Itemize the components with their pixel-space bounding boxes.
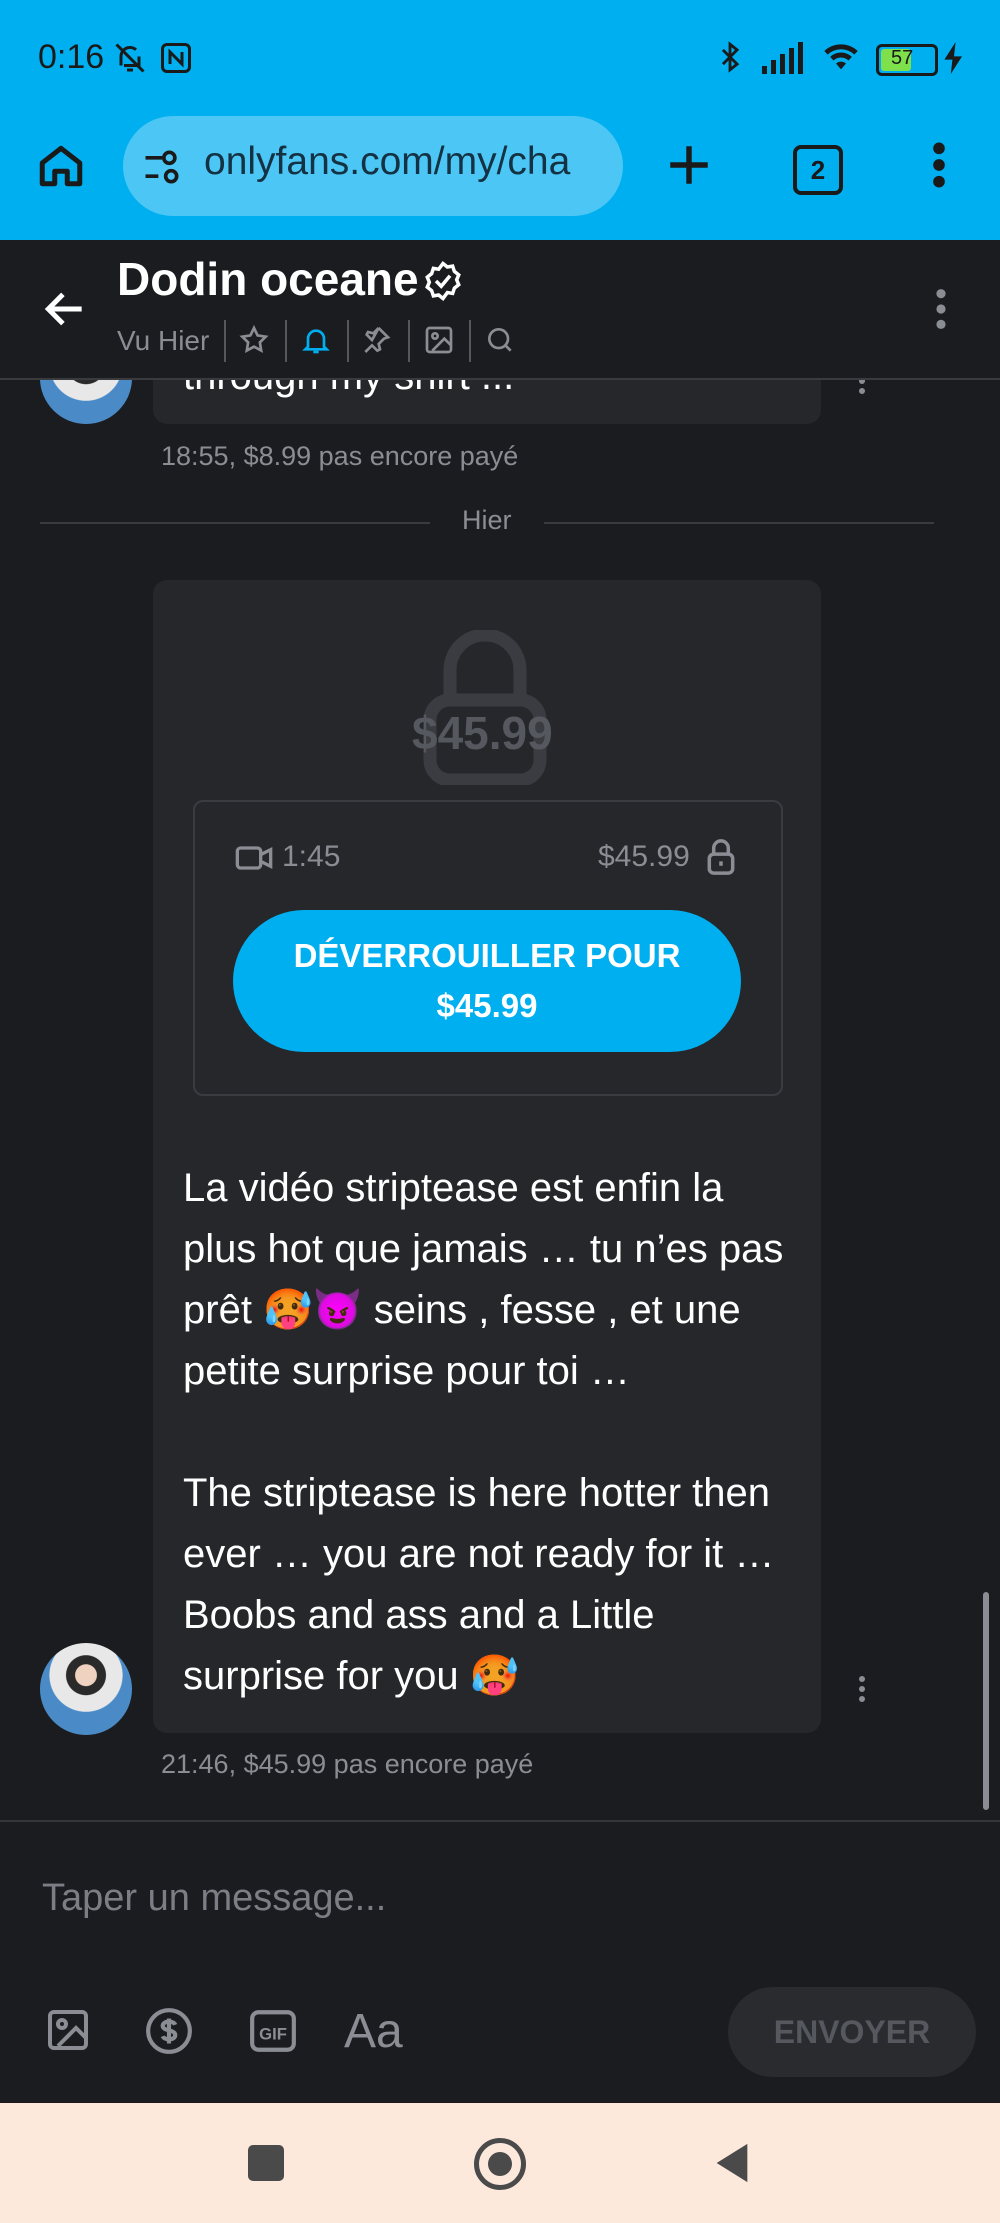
avatar[interactable] xyxy=(40,380,132,424)
date-divider-line xyxy=(40,522,430,524)
header-divider xyxy=(469,320,471,362)
message-time: 18:55, xyxy=(161,441,237,471)
image-icon[interactable] xyxy=(423,324,455,361)
header-divider xyxy=(347,320,349,362)
unlock-button[interactable]: DÉVERROUILLER POUR $45.99 xyxy=(233,910,741,1052)
mute-bell-icon xyxy=(112,40,148,81)
url-text[interactable]: onlyfans.com/my/cha xyxy=(204,140,609,184)
avatar[interactable] xyxy=(40,1643,132,1735)
message-options-icon[interactable] xyxy=(852,1674,872,1709)
text-format-icon[interactable]: Aa xyxy=(344,2004,403,2059)
browser-menu-icon[interactable] xyxy=(924,140,954,195)
back-arrow-icon[interactable] xyxy=(40,284,90,339)
charging-icon xyxy=(944,42,964,79)
chat-contact-name[interactable]: Dodin oceane xyxy=(117,252,419,306)
message-text: La vidéo striptease est enfin la plus ho… xyxy=(183,1166,784,1698)
status-time: 0:16 xyxy=(38,38,105,76)
svg-text:GIF: GIF xyxy=(259,2024,287,2043)
small-lock-icon xyxy=(706,838,736,881)
date-divider-line xyxy=(544,522,934,524)
payment-status: $8.99 pas encore payé xyxy=(243,441,519,471)
gif-icon[interactable]: GIF xyxy=(248,2006,298,2061)
search-icon[interactable] xyxy=(484,324,516,361)
header-divider xyxy=(408,320,410,362)
message-meta: 21:46, $45.99 pas encore payé xyxy=(161,1749,533,1780)
back-nav-button[interactable] xyxy=(712,2140,752,2191)
message-time: 21:46, xyxy=(161,1749,237,1779)
locked-price: $45.99 xyxy=(412,707,553,759)
pin-icon[interactable] xyxy=(360,324,392,361)
video-icon xyxy=(234,841,274,880)
price-tip-icon[interactable] xyxy=(144,2006,194,2061)
unlock-label-line2: $45.99 xyxy=(436,987,538,1024)
new-tab-button[interactable] xyxy=(664,140,714,195)
battery-icon: 57 xyxy=(876,44,938,76)
header-divider xyxy=(285,320,287,362)
message-bubble: through my shirt ... xyxy=(153,380,821,424)
header-divider xyxy=(224,320,226,362)
home-nav-button[interactable] xyxy=(474,2138,526,2190)
payment-status: $45.99 pas encore payé xyxy=(243,1749,534,1779)
media-price: $45.99 xyxy=(598,840,690,873)
unlock-label-line1: DÉVERROUILLER POUR xyxy=(293,937,681,974)
star-icon[interactable] xyxy=(238,324,270,361)
verified-icon xyxy=(422,260,464,307)
chat-menu-icon[interactable] xyxy=(930,286,952,337)
bluetooth-icon xyxy=(713,38,747,81)
signal-icon xyxy=(760,40,808,79)
media-duration: 1:45 xyxy=(282,840,341,873)
message-meta: 18:55, $8.99 pas encore payé xyxy=(161,441,518,472)
send-button[interactable]: ENVOYER xyxy=(728,1987,976,2077)
recents-button[interactable] xyxy=(248,2145,284,2181)
message-input[interactable] xyxy=(40,1862,944,1934)
tab-switcher-button[interactable]: 2 xyxy=(793,145,843,195)
date-divider-label: Hier xyxy=(462,505,512,535)
wifi-icon xyxy=(818,36,864,81)
message-options-icon[interactable] xyxy=(852,380,872,401)
attach-image-icon[interactable] xyxy=(44,2006,92,2059)
scrollbar[interactable] xyxy=(983,1592,989,1810)
bell-icon[interactable] xyxy=(300,324,332,361)
home-button[interactable] xyxy=(36,140,86,195)
last-seen-status: Vu Hier xyxy=(117,325,210,356)
nfc-icon xyxy=(158,40,194,81)
message-text: through my shirt ... xyxy=(183,380,514,399)
battery-level: 57 xyxy=(891,47,914,69)
site-settings-icon[interactable] xyxy=(140,145,184,194)
